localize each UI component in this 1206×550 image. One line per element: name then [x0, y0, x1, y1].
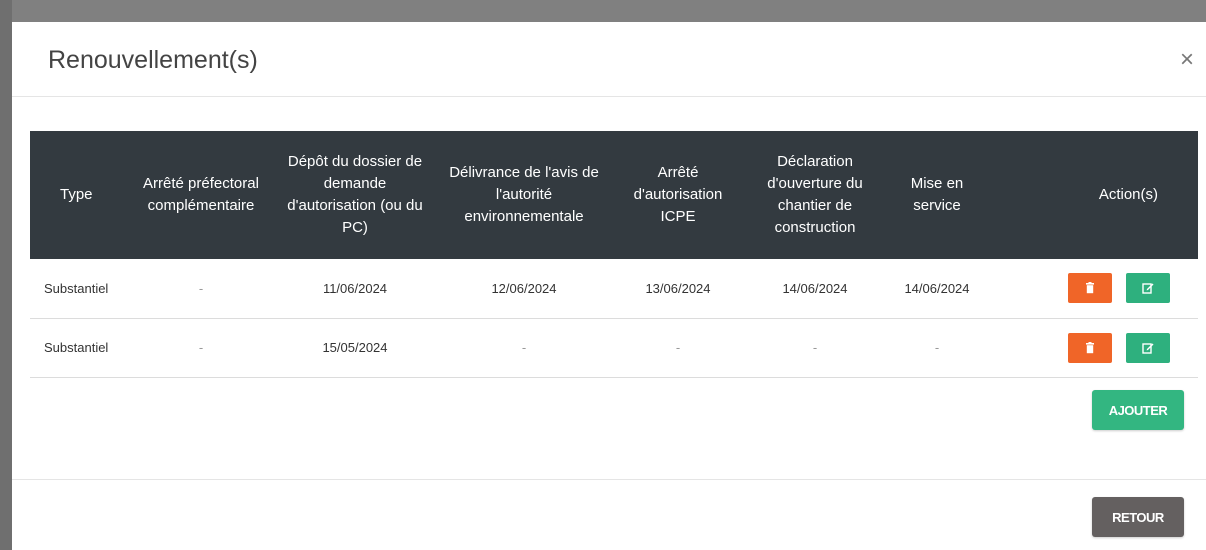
column-header-commissioning: Mise en service	[910, 175, 964, 214]
renewal-modal: Renouvellement(s) × Type Arrêté préfecto…	[12, 22, 1206, 550]
column-header-construction-start: Déclaration d'ouverture du chantier de c…	[767, 153, 863, 236]
cell-complementary-decree: -	[198, 340, 204, 355]
modal-title: Renouvellement(s)	[48, 46, 258, 74]
column-header-complementary-decree: Arrêté préfectoral complémentaire	[143, 175, 259, 214]
cell-icpe-authorization: 13/06/2024	[645, 280, 711, 296]
renewals-table: Type Arrêté préfectoral complémentaire D…	[30, 131, 1198, 378]
cell-application-filing: 11/06/2024	[322, 280, 388, 296]
trash-icon	[1086, 282, 1095, 294]
table-row: Substantiel - 11/06/2024 12/06/2024 13/0…	[30, 259, 1198, 318]
modal-footer: RETOUR	[12, 479, 1206, 550]
column-header-actions: Action(s)	[1098, 186, 1158, 203]
edit-button[interactable]	[1126, 273, 1170, 304]
close-icon[interactable]: ×	[1180, 48, 1194, 72]
column-header-environmental-opinion: Délivrance de l'avis de l'autorité envir…	[449, 164, 599, 225]
edit-button[interactable]	[1126, 332, 1170, 363]
renewals-table-container: Type Arrêté préfectoral complémentaire D…	[30, 131, 1198, 378]
add-button[interactable]: AJOUTER	[1092, 390, 1184, 430]
table-row: Substantiel - 15/05/2024 - - - -	[30, 318, 1198, 377]
cell-environmental-opinion: -	[521, 340, 527, 355]
cell-icpe-authorization: -	[675, 340, 681, 355]
cell-type: Substantiel	[44, 340, 109, 355]
column-header-application-filing: Dépôt du dossier de demande d'autorisati…	[287, 153, 423, 236]
table-header: Type Arrêté préfectoral complémentaire D…	[30, 131, 1198, 259]
cell-application-filing: 15/05/2024	[322, 340, 388, 355]
cell-type: Substantiel	[44, 280, 109, 296]
back-button[interactable]: RETOUR	[1092, 497, 1184, 537]
cell-commissioning: -	[934, 340, 940, 355]
cell-complementary-decree: -	[198, 280, 204, 296]
delete-button[interactable]	[1068, 273, 1113, 304]
cell-actions	[986, 318, 1198, 377]
cell-commissioning: 14/06/2024	[904, 280, 970, 296]
edit-icon	[1142, 283, 1154, 294]
table-body: Substantiel - 11/06/2024 12/06/2024 13/0…	[30, 259, 1198, 377]
cell-construction-start: 14/06/2024	[782, 280, 848, 296]
edit-icon	[1142, 342, 1154, 354]
cell-construction-start: -	[812, 340, 818, 355]
modal-header: Renouvellement(s) ×	[12, 22, 1206, 97]
cell-actions	[986, 259, 1198, 318]
backdrop	[0, 0, 12, 550]
column-header-type: Type	[60, 186, 93, 203]
trash-icon	[1086, 341, 1095, 353]
delete-button[interactable]	[1068, 332, 1113, 363]
column-header-icpe-authorization: Arrêté d'autorisation ICPE	[633, 164, 723, 225]
cell-environmental-opinion: 12/06/2024	[491, 280, 557, 296]
